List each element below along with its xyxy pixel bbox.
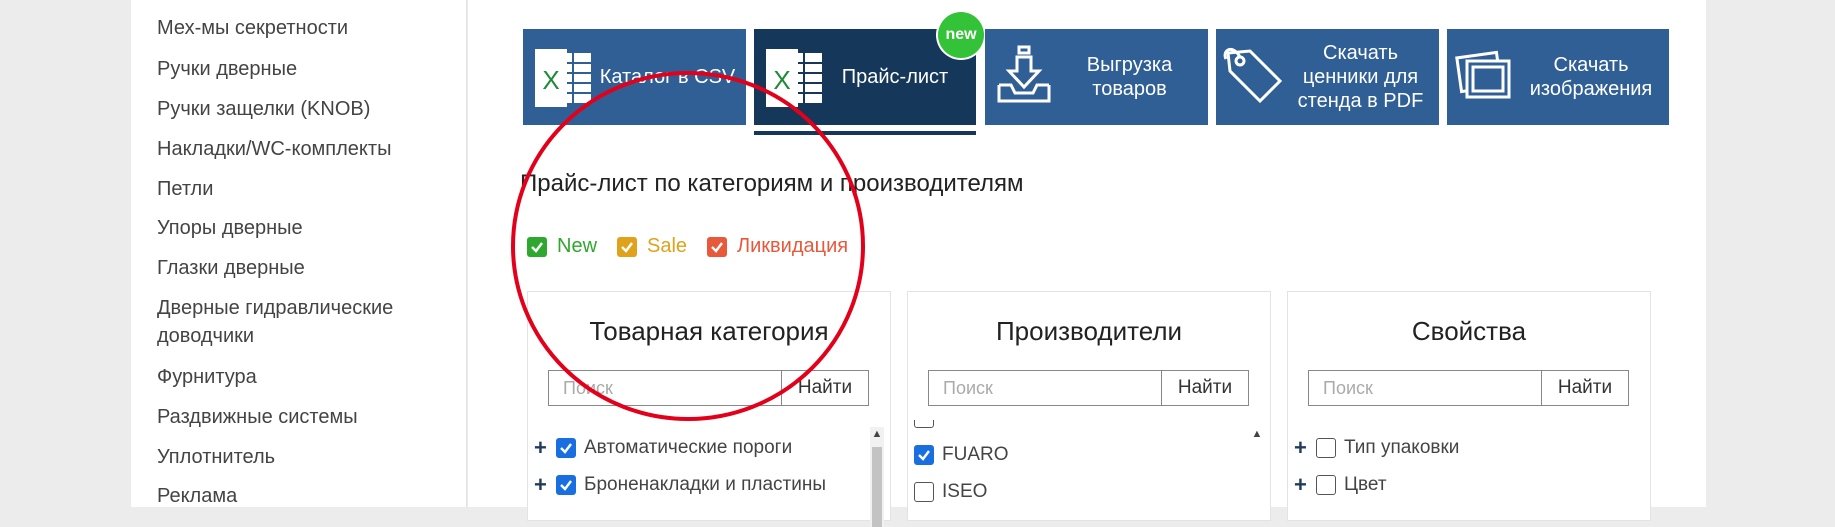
category-sidebar: Мех-мы секретности Ручки дверные Ручки з…: [131, 0, 467, 507]
excel-icon: X: [766, 49, 822, 107]
images-icon: [1455, 50, 1511, 99]
expand-plus-icon[interactable]: +: [534, 437, 552, 459]
excel-icon: X: [535, 49, 591, 107]
legend-liquidation[interactable]: Ликвидация: [707, 235, 848, 258]
tree-item-label: Тип упаковки: [1344, 437, 1460, 458]
tree-item[interactable]: ISEO: [914, 481, 987, 503]
tab-download-images[interactable]: Скачать изображения: [1447, 29, 1669, 125]
properties-search-button[interactable]: Найти: [1541, 370, 1629, 406]
checkbox-unchecked[interactable]: [914, 482, 934, 502]
svg-text:X: X: [773, 65, 790, 95]
sidebar-item[interactable]: Раздвижные системы: [157, 403, 457, 431]
sidebar-item[interactable]: Петли: [157, 175, 457, 203]
tree-item-label: Автоматические пороги: [584, 437, 793, 458]
section-title: Прайс-лист по категориям и производителя…: [520, 170, 1024, 197]
sidebar-item[interactable]: Реклама: [157, 482, 457, 510]
tree-item[interactable]: + Тип упаковки: [1294, 437, 1459, 459]
expand-plus-icon[interactable]: +: [1294, 437, 1312, 459]
panel-title: Свойства: [1411, 316, 1527, 346]
expand-plus-icon[interactable]: +: [534, 474, 552, 496]
manufacturer-search-input[interactable]: [928, 370, 1162, 406]
legend-label-liquidation: Ликвидация: [737, 235, 849, 257]
category-search-button[interactable]: Найти: [781, 370, 869, 406]
tree-item-label: Цвет: [1344, 474, 1387, 495]
properties-filter-panel: Свойства Найти + Тип упаковки + Цвет: [1287, 291, 1651, 521]
sidebar-item[interactable]: Уплотнитель: [157, 443, 457, 471]
panel-title: Товарная категория: [589, 316, 829, 346]
properties-search-input[interactable]: [1308, 370, 1542, 406]
sidebar-item[interactable]: Дверные гидравлические доводчики: [157, 294, 437, 350]
sidebar-item[interactable]: Ручки дверные: [157, 55, 457, 83]
scroll-up-arrow-icon[interactable]: ▲: [1250, 427, 1264, 441]
check-icon: [918, 450, 930, 461]
manufacturer-search-button[interactable]: Найти: [1161, 370, 1249, 406]
price-tag-icon: [1223, 47, 1283, 104]
tree-item[interactable]: + Цвет: [1294, 474, 1387, 496]
category-search-input[interactable]: [548, 370, 782, 406]
tree-item-label: Броненакладки и пластины: [584, 474, 826, 495]
check-icon: [531, 241, 543, 253]
check-icon: [560, 443, 572, 454]
legend-label-sale: Sale: [647, 235, 688, 257]
tree-item-label: FUARO: [942, 444, 1009, 465]
scroll-thumb[interactable]: [872, 447, 882, 527]
checkbox-checked[interactable]: [556, 475, 576, 495]
checkbox-unchecked[interactable]: [1316, 438, 1336, 458]
download-tray-icon: [997, 45, 1051, 103]
tab-export-products[interactable]: Выгрузка товаров: [985, 29, 1208, 125]
tab-catalog-csv[interactable]: X Каталог в CSV: [523, 29, 746, 125]
sidebar-item[interactable]: Фурнитура: [157, 363, 457, 391]
checkbox-liquidation[interactable]: [707, 236, 727, 257]
check-icon: [711, 241, 723, 253]
check-icon: [621, 241, 633, 253]
tree-item[interactable]: + Автоматические пороги: [534, 437, 792, 459]
check-icon: [560, 480, 572, 491]
sidebar-item[interactable]: Упоры дверные: [157, 214, 457, 242]
sidebar-item[interactable]: Ручки защелки (KNOB): [157, 95, 457, 123]
manufacturer-filter-panel: Производители Найти FUARO ISEO ▲: [907, 291, 1271, 521]
checkbox-checked[interactable]: [914, 445, 934, 465]
legend-label-new: New: [557, 235, 598, 257]
checkbox-new[interactable]: [527, 236, 547, 257]
legend-new[interactable]: New: [527, 235, 597, 258]
scroll-up-arrow-icon[interactable]: ▲: [870, 427, 884, 441]
checkbox-unchecked[interactable]: [914, 420, 934, 428]
tree-item[interactable]: + Броненакладки и пластины: [534, 474, 826, 496]
category-filter-panel: Товарная категория Найти + Автоматически…: [527, 291, 891, 527]
sidebar-item[interactable]: Глазки дверные: [157, 254, 457, 282]
active-tab-underline: [754, 131, 976, 135]
sidebar-item[interactable]: Мех-мы секретности: [157, 14, 457, 42]
checkbox-sale[interactable]: [617, 236, 637, 257]
checkbox-unchecked[interactable]: [1316, 475, 1336, 495]
page-gutter: [1706, 0, 1835, 507]
svg-text:X: X: [542, 65, 559, 95]
legend-sale[interactable]: Sale: [617, 235, 687, 258]
new-badge: new: [938, 12, 984, 58]
expand-plus-icon[interactable]: +: [1294, 474, 1312, 496]
tree-item-label: ISEO: [942, 481, 988, 502]
checkbox-checked[interactable]: [556, 438, 576, 458]
tree-item[interactable]: FUARO: [914, 444, 1009, 466]
tab-download-price-tags[interactable]: Скачать ценники для стенда в PDF: [1216, 29, 1439, 125]
sidebar-item[interactable]: Накладки/WC-комплекты: [157, 135, 457, 163]
partial-list-item: [914, 420, 942, 428]
panel-title: Производители: [995, 316, 1183, 346]
